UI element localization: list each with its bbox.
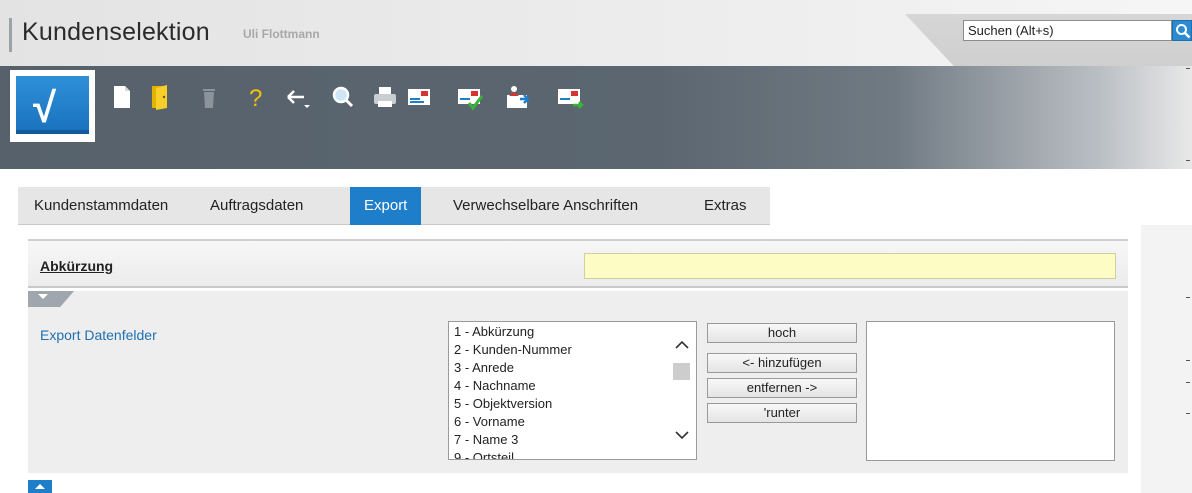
magnifier-icon — [1176, 24, 1191, 39]
list-item[interactable]: 1 - Abkürzung — [454, 324, 534, 339]
open-folder-icon[interactable] — [147, 83, 175, 111]
search-zoom-icon[interactable] — [329, 83, 357, 111]
tab-bar: Kundenstammdaten Auftragsdaten Export Ve… — [18, 187, 770, 225]
back-icon[interactable] — [284, 83, 312, 111]
move-down-button[interactable]: 'runter — [707, 403, 857, 423]
edge-tick — [1186, 382, 1190, 383]
scroll-thumb[interactable] — [673, 363, 690, 380]
mail-list-icon[interactable] — [405, 83, 433, 111]
toolbar — [0, 66, 1192, 169]
list-item[interactable]: 5 - Objektversion — [454, 396, 552, 411]
mail-transfer-icon[interactable] — [504, 83, 532, 111]
edge-tick — [1186, 413, 1190, 414]
chevron-down-icon — [38, 294, 48, 299]
list-item[interactable]: 6 - Vorname — [454, 414, 525, 429]
help-icon[interactable]: ? — [241, 83, 269, 111]
move-up-button[interactable]: hoch — [707, 323, 857, 343]
right-margin — [1141, 225, 1192, 493]
list-item[interactable]: 9 - Ortsteil — [454, 450, 514, 459]
available-fields-list[interactable]: 1 - Abkürzung 2 - Kunden-Nummer 3 - Anre… — [448, 321, 697, 460]
list-item[interactable]: 7 - Name 3 — [454, 432, 518, 447]
search-button[interactable] — [1172, 20, 1192, 41]
search-input[interactable] — [963, 20, 1172, 41]
tab-kundenstammdaten[interactable]: Kundenstammdaten — [20, 187, 182, 225]
mail-check-icon[interactable] — [456, 83, 484, 111]
tab-export[interactable]: Export — [350, 187, 422, 225]
list-item[interactable]: 2 - Kunden-Nummer — [454, 342, 572, 357]
tab-extras[interactable]: Extras — [690, 187, 761, 225]
edge-tick — [1186, 360, 1190, 361]
svg-text:?: ? — [249, 85, 262, 111]
checkmark-logo-icon: √ — [33, 84, 57, 131]
remove-field-button[interactable]: entfernen -> — [707, 378, 857, 398]
abkuerzung-input[interactable] — [584, 253, 1116, 279]
selected-fields-list[interactable] — [866, 321, 1115, 461]
print-icon[interactable] — [371, 83, 399, 111]
edge-tick — [1186, 68, 1190, 69]
list-item[interactable]: 4 - Nachname — [454, 378, 536, 393]
app-window: Kundenselektion Uli Flottmann √ ? — [0, 0, 1192, 493]
new-document-icon[interactable] — [108, 83, 136, 111]
list-item[interactable]: 3 - Anrede — [454, 360, 514, 375]
export-fields-label: Export Datenfelder — [40, 327, 157, 343]
chevron-up-icon[interactable] — [675, 340, 689, 350]
delete-icon[interactable] — [195, 83, 223, 111]
arrow-up-icon — [35, 484, 45, 489]
chevron-down-icon[interactable] — [675, 430, 689, 440]
abkuerzung-label: Abkürzung — [40, 258, 114, 274]
tab-auftragsdaten[interactable]: Auftragsdaten — [196, 187, 317, 225]
tab-verwechselbare-anschriften[interactable]: Verwechselbare Anschriften — [439, 187, 652, 225]
title-accent-bar — [9, 18, 12, 52]
user-name: Uli Flottmann — [243, 27, 320, 41]
edge-tick — [1186, 160, 1190, 161]
add-field-button[interactable]: <- hinzufügen — [707, 353, 857, 373]
page-title: Kundenselektion — [22, 18, 210, 46]
edge-tick — [1186, 297, 1190, 298]
mail-send-icon[interactable] — [556, 83, 584, 111]
